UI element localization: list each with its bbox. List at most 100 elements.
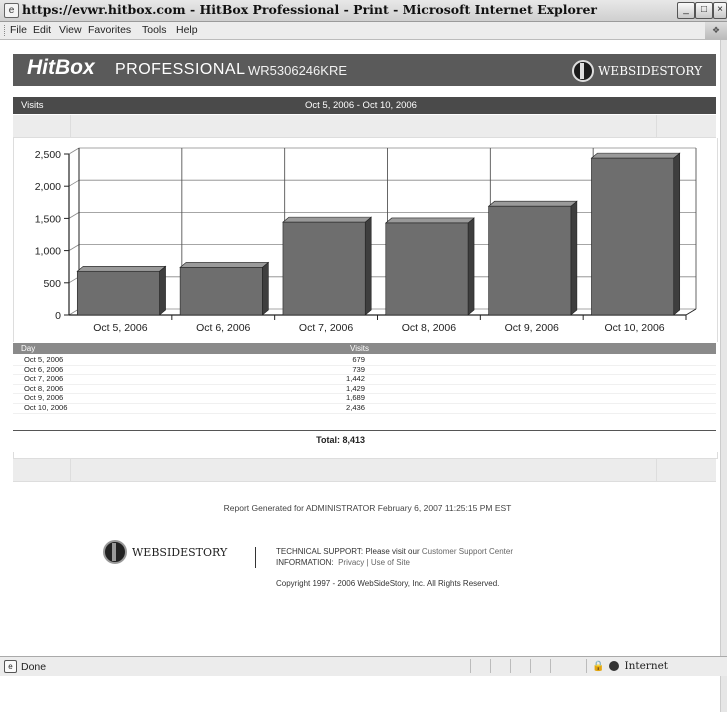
bar (282, 221, 366, 316)
chart-top-band (13, 115, 716, 138)
minimize-button[interactable]: _ (677, 2, 695, 19)
websidestory-logo: WEBSIDESTORY (572, 60, 702, 82)
column-header-day: Day (21, 344, 36, 353)
y-tick-label: 2,500 (35, 149, 61, 161)
gridline-diagonal (68, 147, 80, 155)
x-tick-label: Oct 9, 2006 (505, 322, 559, 334)
customer-support-link[interactable]: Customer Support Center (422, 547, 513, 556)
table-bottom-band (13, 459, 716, 482)
table-total: Total: 8,413 (316, 435, 365, 445)
row-day: Oct 9, 2006 (24, 393, 64, 403)
x-tick-label: Oct 10, 2006 (605, 322, 665, 334)
status-text: Done (21, 660, 47, 673)
row-visits: 2,436 (345, 402, 365, 412)
bar-side (159, 265, 166, 316)
visits-bar-chart: 2,500 2,000 1,500 1,000 500 0 Oct 5, 2006 Oct 6… (35, 147, 697, 334)
bar-top (76, 265, 167, 272)
windows-logo-icon: ❖ (705, 22, 727, 39)
footer-support-info: TECHNICAL SUPPORT: Please visit our Cust… (276, 546, 513, 568)
table-frame-bottom (13, 452, 718, 459)
bar-side (673, 152, 681, 316)
lock-icon: 🔒 (592, 660, 605, 672)
status-done: e Done (4, 660, 46, 673)
professional-label: PROFESSIONAL (115, 61, 246, 78)
bar (591, 157, 675, 316)
bar-side (570, 200, 578, 316)
bar (385, 222, 469, 316)
app-header: HitBox PROFESSIONAL WR5306246KRE WEBSIDE… (13, 54, 716, 86)
maximize-button[interactable]: □ (695, 2, 713, 19)
total-divider (13, 430, 716, 431)
window-titlebar[interactable]: e https://evwr.hitbox.com - HitBox Profe… (0, 0, 727, 22)
bar-top (487, 200, 578, 207)
table-body: Oct 5, 2006 679 Oct 6, 2006 739 Oct 7, 200… (13, 355, 716, 414)
websidestory-logo-icon (103, 540, 127, 564)
browser-icon: e (4, 3, 19, 18)
menu-help[interactable]: Help (176, 24, 198, 36)
status-bar: e Done 🔒 Internet (0, 656, 727, 676)
y-tick-label: 0 (55, 310, 61, 322)
footer-divider (255, 547, 256, 568)
menu-tools[interactable]: Tools (142, 24, 167, 36)
row-day: Oct 7, 2006 (24, 374, 64, 384)
info-label: INFORMATION: (276, 558, 334, 567)
bar-top (282, 216, 373, 223)
row-visits: 1,689 (345, 393, 365, 403)
bar (488, 205, 572, 316)
x-tick-label: Oct 5, 2006 (93, 322, 147, 334)
account-id: WR5306246KRE (248, 63, 347, 78)
security-zone: 🔒 Internet (592, 660, 668, 672)
row-visits: 679 (352, 355, 365, 364)
report-date-range: Oct 5, 2006 - Oct 10, 2006 (305, 100, 417, 111)
close-button[interactable]: × (713, 2, 727, 19)
table-row: Oct 10, 2006 2,436 (13, 402, 716, 414)
footer-logo-text: WEBSIDESTORY (132, 545, 228, 559)
bar (76, 270, 160, 316)
bar-top (384, 217, 475, 224)
support-label: TECHNICAL SUPPORT: (276, 547, 364, 556)
x-tick-label: Oct 8, 2006 (402, 322, 456, 334)
gridline-diagonal (68, 179, 80, 187)
row-visits: 739 (352, 364, 365, 374)
x-axis-end (685, 308, 697, 316)
bar-top (590, 152, 681, 159)
y-tick-label: 1,500 (35, 213, 61, 225)
row-day: Oct 5, 2006 (24, 355, 64, 364)
copyright-text: Copyright 1997 - 2006 WebSideStory, Inc.… (276, 579, 500, 588)
toolbar-grip (4, 25, 7, 36)
menu-bar: File Edit View Favorites Tools Help ❖ (0, 22, 727, 40)
websidestory-logo-text: WEBSIDESTORY (598, 64, 702, 78)
link-separator: | (366, 558, 369, 567)
hitbox-logo: HitBox (27, 56, 95, 79)
menu-favorites[interactable]: Favorites (88, 24, 131, 36)
row-visits: 1,429 (345, 383, 365, 393)
x-tick-label: Oct 6, 2006 (196, 322, 250, 334)
chart-panel: 2,500 2,000 1,500 1,000 500 0 Oct 5, 2006 Oct 6… (13, 138, 718, 342)
use-of-site-link[interactable]: Use of Site (371, 558, 410, 567)
row-visits: 1,442 (345, 374, 365, 384)
menu-file[interactable]: File (10, 24, 27, 36)
y-tick-label: 500 (43, 278, 61, 290)
x-tick-label: Oct 7, 2006 (299, 322, 353, 334)
report-generated-text: Report Generated for ADMINISTRATOR Febru… (223, 503, 512, 513)
page-done-icon: e (4, 660, 17, 673)
privacy-link[interactable]: Privacy (338, 558, 364, 567)
report-title-bar: Visits Oct 5, 2006 - Oct 10, 2006 (13, 97, 716, 114)
vertical-scrollbar[interactable] (720, 40, 727, 712)
bar-side (467, 217, 475, 316)
globe-icon (609, 661, 620, 671)
row-day: Oct 8, 2006 (24, 383, 64, 393)
bar-side (364, 216, 372, 316)
menu-view[interactable]: View (59, 24, 82, 36)
gridline-diagonal (68, 244, 80, 251)
zone-text: Internet (624, 660, 669, 672)
websidestory-logo-icon (572, 60, 595, 82)
column-header-visits: Visits (350, 344, 369, 353)
footer-websidestory-logo: WEBSIDESTORY (103, 540, 227, 564)
bar-side (262, 261, 269, 316)
report-metric: Visits (21, 100, 44, 111)
y-tick-label: 2,000 (35, 181, 61, 193)
menu-edit[interactable]: Edit (33, 24, 51, 36)
support-text: Please visit our (365, 547, 420, 556)
row-day: Oct 10, 2006 (24, 402, 68, 412)
